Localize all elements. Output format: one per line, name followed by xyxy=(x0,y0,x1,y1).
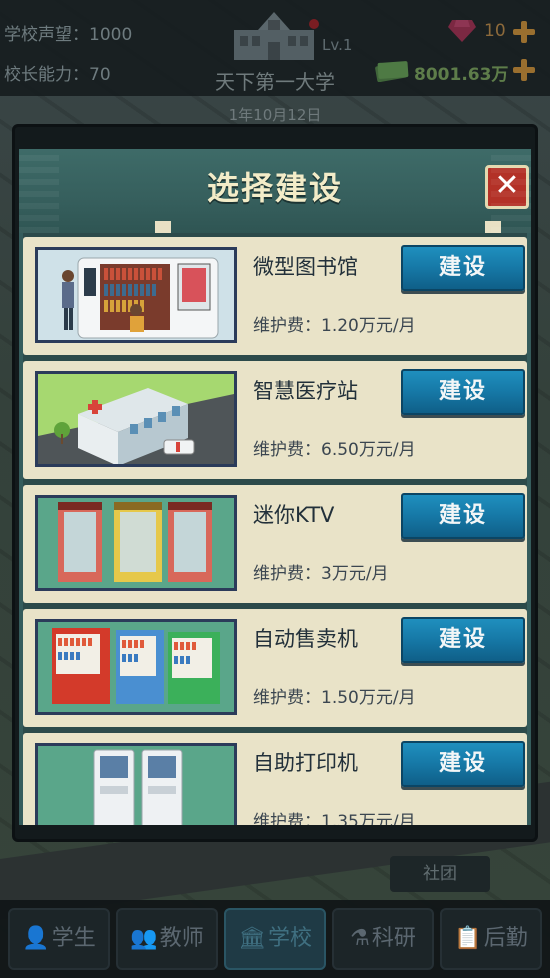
clipboard-icon: 📋 xyxy=(454,926,482,951)
tab-research[interactable]: ⚗科研 xyxy=(332,908,434,970)
header-notch xyxy=(155,221,171,233)
maintenance-fee: 维护费：1.50万元/月 xyxy=(253,688,416,708)
list-item: 自助打印机 建设 维护费：1.35万元/月 xyxy=(23,733,527,825)
build-selection-modal: 选择建设 ✕ 微型图书馆 建设 维护费：1.20万元/月 智慧医疗站 建设 维护… xyxy=(12,124,538,842)
close-icon: ✕ xyxy=(494,168,520,203)
money-amount: 8001.63万 xyxy=(414,65,509,85)
building-name: 微型图书馆 xyxy=(253,255,358,279)
gem-count: 10 xyxy=(484,21,506,41)
build-button[interactable]: 建设 xyxy=(401,493,525,539)
school-icon: 🏛 xyxy=(238,926,266,951)
maintenance-fee: 维护费：6.50万元/月 xyxy=(253,440,416,460)
ktv-illustration xyxy=(38,498,234,588)
modal-title: 选择建设 xyxy=(206,169,343,207)
bottom-navigation: 👤学生 👥教师 🏛学校 ⚗科研 📋后勤 xyxy=(0,900,550,978)
money-icon xyxy=(375,61,409,82)
tab-students-label: 学生 xyxy=(51,926,96,951)
modal-header: 选择建设 ✕ xyxy=(19,149,531,233)
top-hud: 学校声望：1000 校长能力：70 Lv.1 天下第一大学 10 8001.63… xyxy=(0,0,550,96)
maintenance-fee: 维护费：1.35万元/月 xyxy=(253,812,416,825)
maintenance-fee: 维护费：1.20万元/月 xyxy=(253,316,416,336)
building-list[interactable]: 微型图书馆 建设 维护费：1.20万元/月 智慧医疗站 建设 维护费：6.50万… xyxy=(23,233,527,825)
list-item: 自动售卖机 建设 维护费：1.50万元/月 xyxy=(23,609,527,727)
library-thumbnail xyxy=(35,247,237,343)
library-illustration xyxy=(38,250,234,340)
close-button[interactable]: ✕ xyxy=(485,165,529,209)
gem-icon xyxy=(448,20,476,42)
tab-students[interactable]: 👤学生 xyxy=(8,908,110,970)
vending-machine-illustration xyxy=(38,622,234,712)
build-button[interactable]: 建设 xyxy=(401,369,525,415)
tab-research-label: 科研 xyxy=(371,926,416,951)
school-building-icon[interactable] xyxy=(228,8,320,62)
add-money-icon[interactable] xyxy=(512,58,536,82)
tab-school[interactable]: 🏛学校 xyxy=(224,908,326,970)
building-name: 自动售卖机 xyxy=(253,627,358,651)
school-reputation: 学校声望：1000 xyxy=(4,25,133,45)
printer-thumbnail xyxy=(35,743,237,825)
flask-icon: ⚗ xyxy=(350,926,370,951)
building-name: 迷你KTV xyxy=(253,503,335,527)
tab-teachers-label: 教师 xyxy=(159,926,204,951)
tab-teachers[interactable]: 👥教师 xyxy=(116,908,218,970)
student-icon: 👤 xyxy=(22,926,50,951)
teacher-icon: 👥 xyxy=(130,926,158,951)
medical-station-thumbnail xyxy=(35,371,237,467)
add-gems-icon[interactable] xyxy=(512,20,536,44)
list-item: 微型图书馆 建设 维护费：1.20万元/月 xyxy=(23,237,527,355)
header-notch xyxy=(485,221,501,233)
vending-machine-thumbnail xyxy=(35,619,237,715)
modal-body: 选择建设 ✕ 微型图书馆 建设 维护费：1.20万元/月 智慧医疗站 建设 维护… xyxy=(19,149,531,825)
list-item: 迷你KTV 建设 维护费：3万元/月 xyxy=(23,485,527,603)
build-button[interactable]: 建设 xyxy=(401,741,525,787)
building-name: 智慧医疗站 xyxy=(253,379,358,403)
printer-illustration xyxy=(38,746,234,825)
tab-school-label: 学校 xyxy=(267,926,312,951)
club-button[interactable]: 社团 xyxy=(390,856,490,892)
build-button[interactable]: 建设 xyxy=(401,245,525,291)
school-level: Lv.1 xyxy=(322,36,353,54)
medical-station-illustration xyxy=(38,374,234,464)
building-name: 自助打印机 xyxy=(253,751,358,775)
ktv-thumbnail xyxy=(35,495,237,591)
maintenance-fee: 维护费：3万元/月 xyxy=(253,564,389,584)
list-item: 智慧医疗站 建设 维护费：6.50万元/月 xyxy=(23,361,527,479)
tab-logistics[interactable]: 📋后勤 xyxy=(440,908,542,970)
tab-logistics-label: 后勤 xyxy=(483,926,528,951)
build-button[interactable]: 建设 xyxy=(401,617,525,663)
game-date: 1年10月12日 xyxy=(228,106,322,124)
